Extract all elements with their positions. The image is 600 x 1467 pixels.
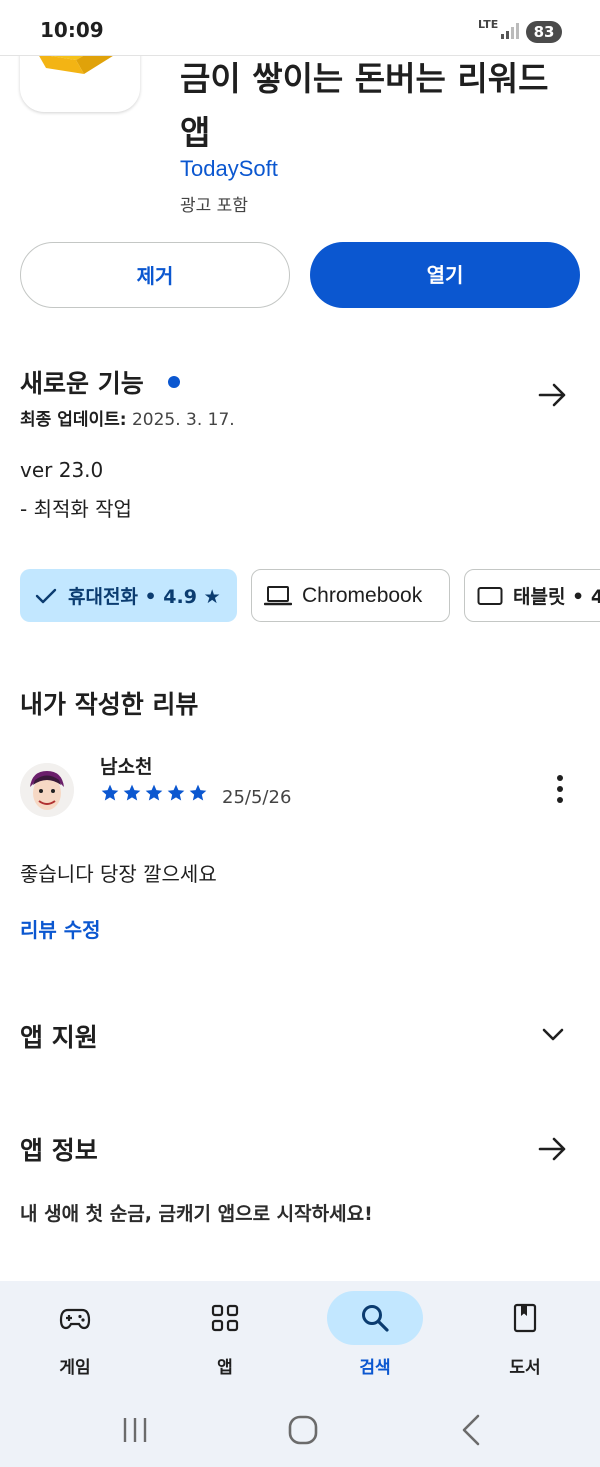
nav-books[interactable]: 도서 bbox=[465, 1291, 585, 1381]
chip-chromebook[interactable]: Chromebook bbox=[251, 569, 450, 622]
back-icon[interactable] bbox=[452, 1410, 492, 1450]
battery-indicator: 83 bbox=[526, 21, 562, 43]
status-time: 10:09 bbox=[40, 18, 104, 42]
contains-ads-label: 광고 포함 bbox=[180, 196, 248, 216]
nav-search-label: 검색 bbox=[359, 1358, 391, 1378]
chip-phone-label: 휴대전화 • 4.9 ★ bbox=[68, 586, 221, 608]
edit-review-link[interactable]: 리뷰 수정 bbox=[20, 914, 101, 943]
more-vert-icon[interactable] bbox=[548, 772, 572, 806]
home-icon[interactable] bbox=[283, 1410, 323, 1450]
star-rating bbox=[100, 783, 208, 803]
arrow-right-icon[interactable] bbox=[536, 378, 570, 412]
review-date: 25/5/26 bbox=[222, 787, 292, 808]
chip-phone[interactable]: 휴대전화 • 4.9 ★ bbox=[20, 569, 237, 622]
developer-link[interactable]: TodaySoft bbox=[180, 156, 278, 182]
chip-chromebook-label: Chromebook bbox=[302, 583, 423, 607]
tablet-icon bbox=[477, 586, 503, 605]
chip-tablet-label: 태블릿 • 4 bbox=[513, 586, 600, 608]
check-icon bbox=[35, 588, 57, 603]
star-icon bbox=[145, 784, 163, 801]
chip-tablet[interactable]: 태블릿 • 4 bbox=[464, 569, 600, 622]
signal-icon bbox=[501, 23, 519, 39]
arrow-right-icon[interactable] bbox=[536, 1132, 570, 1166]
nav-search[interactable]: 검색 bbox=[315, 1291, 435, 1381]
review-text: 좋습니다 당장 깔으세요 bbox=[20, 862, 217, 886]
last-updated-date: 2025. 3. 17. bbox=[131, 410, 235, 430]
reviewer-name: 남소천 bbox=[100, 756, 153, 778]
my-review-title: 내가 작성한 리뷰 bbox=[20, 690, 199, 719]
last-updated: 최종 업데이트: 2025. 3. 17. bbox=[20, 405, 235, 430]
app-title: 금이 쌓이는 돈버는 리워드 앱 bbox=[180, 59, 549, 152]
apps-grid-icon bbox=[211, 1304, 239, 1332]
last-updated-label: 최종 업데이트: bbox=[20, 410, 127, 430]
chevron-down-icon[interactable] bbox=[538, 1020, 568, 1050]
star-icon bbox=[167, 784, 185, 801]
nav-games[interactable]: 게임 bbox=[15, 1291, 135, 1381]
system-navigation bbox=[0, 1400, 600, 1460]
uninstall-button[interactable]: 제거 bbox=[20, 242, 290, 308]
version-text: ver 23.0 bbox=[20, 458, 104, 482]
lte-indicator: LTE bbox=[478, 18, 499, 31]
nav-games-label: 게임 bbox=[59, 1358, 91, 1378]
app-info-title[interactable]: 앱 정보 bbox=[20, 1131, 98, 1167]
book-icon bbox=[513, 1303, 537, 1333]
star-icon bbox=[189, 784, 207, 801]
nav-books-label: 도서 bbox=[509, 1358, 541, 1378]
new-indicator-dot bbox=[168, 376, 180, 388]
gamepad-icon bbox=[59, 1308, 91, 1330]
search-icon bbox=[362, 1305, 389, 1332]
status-bar: 10:09 LTE 83 bbox=[0, 0, 600, 56]
avatar bbox=[20, 763, 74, 817]
nav-apps-label: 앱 bbox=[217, 1358, 233, 1378]
star-icon bbox=[101, 784, 119, 801]
laptop-icon bbox=[264, 585, 292, 605]
app-description: 내 생애 첫 순금, 금캐기 앱으로 시작하세요! bbox=[20, 1203, 373, 1225]
recent-apps-icon[interactable] bbox=[115, 1410, 155, 1450]
nav-apps[interactable]: 앱 bbox=[165, 1291, 285, 1381]
release-notes: - 최적화 작업 bbox=[20, 497, 132, 521]
open-button[interactable]: 열기 bbox=[310, 242, 580, 308]
app-support-title[interactable]: 앱 지원 bbox=[20, 1018, 98, 1054]
star-icon bbox=[123, 784, 141, 801]
whats-new-title[interactable]: 새로운 기능 bbox=[20, 364, 144, 400]
